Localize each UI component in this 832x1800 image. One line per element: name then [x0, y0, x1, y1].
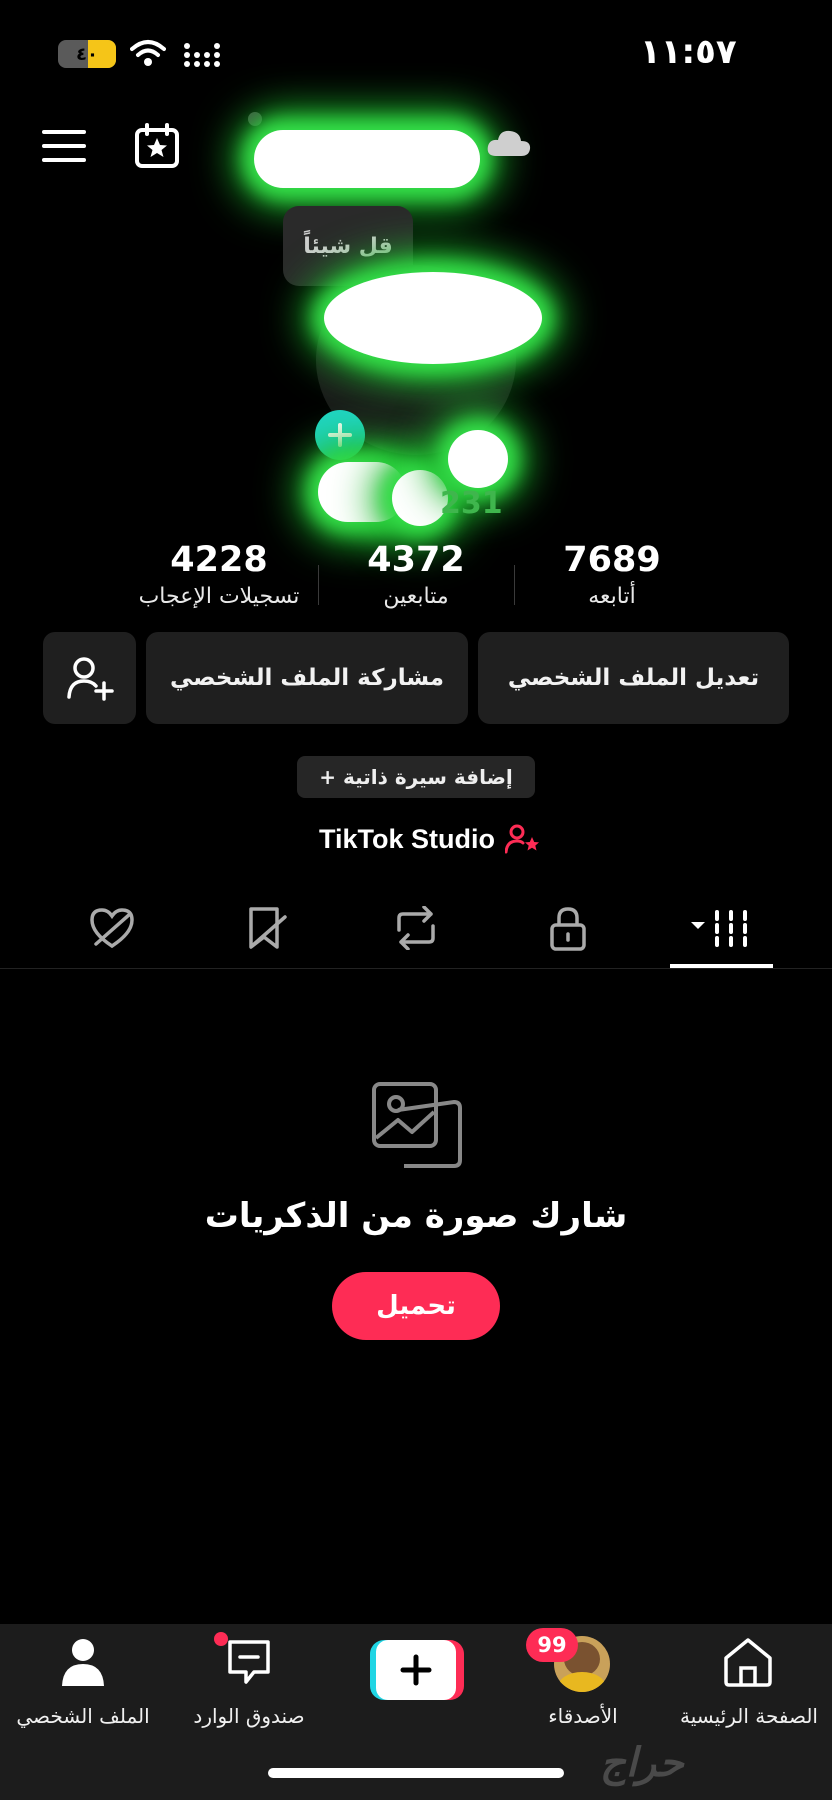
handle-partial: 231 — [440, 486, 503, 521]
watermark-logo: حراج — [600, 1740, 684, 1786]
nav-inbox[interactable]: صندوق الوارد — [166, 1624, 332, 1744]
followers-count: 4372 — [367, 540, 465, 580]
tab-reposts[interactable] — [366, 898, 466, 958]
stats-divider — [514, 565, 515, 605]
following-label: أتابعه — [588, 584, 636, 609]
creator-star-icon — [505, 824, 539, 854]
tab-liked-private[interactable] — [62, 898, 162, 958]
nav-inbox-label: صندوق الوارد — [193, 1704, 305, 1728]
stat-followers[interactable]: 4372 متابعين — [332, 540, 500, 609]
handle-redacted-c — [448, 430, 508, 488]
grid-icon — [691, 910, 747, 947]
add-friend-button[interactable] — [43, 632, 136, 724]
tab-private[interactable] — [518, 898, 618, 958]
nav-create[interactable] — [370, 1640, 464, 1702]
stat-following[interactable]: 7689 أتابعه — [528, 540, 696, 609]
friends-badge: 99 — [526, 1628, 578, 1662]
username-redacted — [254, 130, 480, 188]
profile-icon — [62, 1639, 104, 1686]
nav-friends-label: الأصدقاء — [548, 1704, 618, 1728]
inbox-icon — [228, 1640, 270, 1684]
share-profile-button[interactable]: مشاركة الملف الشخصي — [146, 632, 468, 724]
bookmark-hidden-icon — [249, 907, 287, 949]
battery-level: ٤٠ — [76, 43, 98, 65]
home-indicator[interactable] — [268, 1768, 564, 1778]
upload-button[interactable]: تحميل — [332, 1272, 500, 1340]
empty-state-title: شارك صورة من الذكريات — [204, 1196, 628, 1236]
following-count: 7689 — [563, 540, 661, 580]
tab-videos[interactable] — [670, 898, 772, 958]
home-icon — [724, 1638, 772, 1687]
lock-icon — [550, 907, 586, 951]
tabs-divider — [0, 968, 832, 969]
tiktok-studio-link[interactable]: TikTok Studio — [300, 816, 560, 862]
nav-profile[interactable]: الملف الشخصي — [0, 1624, 166, 1744]
likes-count: 4228 — [170, 540, 268, 580]
signal-icon — [182, 40, 224, 74]
stats-divider — [318, 565, 319, 605]
photos-icon — [368, 1080, 464, 1176]
plus-icon — [400, 1654, 432, 1686]
repost-icon — [397, 906, 435, 950]
add-bio-button[interactable]: + إضافة سيرة ذاتية — [297, 756, 535, 798]
followers-label: متابعين — [383, 584, 449, 609]
avatar-redacted — [324, 272, 542, 364]
menu-icon[interactable] — [42, 128, 86, 164]
tab-favorites-private[interactable] — [216, 898, 316, 958]
heart-hidden-icon — [90, 908, 134, 949]
status-bar: ٤٠ ١١:٥٧ — [0, 0, 832, 100]
likes-label: تسجيلات الإعجاب — [138, 584, 300, 609]
edit-profile-button[interactable]: تعديل الملف الشخصي — [478, 632, 789, 724]
battery-icon: ٤٠ — [58, 40, 116, 68]
online-dot — [248, 112, 262, 126]
tiktok-studio-label: TikTok Studio — [318, 823, 495, 854]
nav-profile-label: الملف الشخصي — [16, 1704, 150, 1728]
add-avatar-plus-icon[interactable] — [315, 410, 365, 460]
nav-home[interactable]: الصفحة الرئيسية — [666, 1624, 832, 1744]
cloud-icon — [486, 128, 532, 162]
calendar-star-icon[interactable] — [133, 122, 181, 170]
say-something-text: قل شيئاً — [303, 233, 393, 259]
add-user-icon — [66, 657, 114, 701]
nav-home-label: الصفحة الرئيسية — [680, 1704, 818, 1728]
clock: ١١:٥٧ — [640, 32, 737, 72]
nav-friends[interactable]: 99 الأصدقاء — [500, 1624, 666, 1744]
stat-likes[interactable]: 4228 تسجيلات الإعجاب — [122, 540, 316, 609]
wifi-icon — [130, 38, 166, 72]
inbox-dot — [214, 1632, 228, 1646]
